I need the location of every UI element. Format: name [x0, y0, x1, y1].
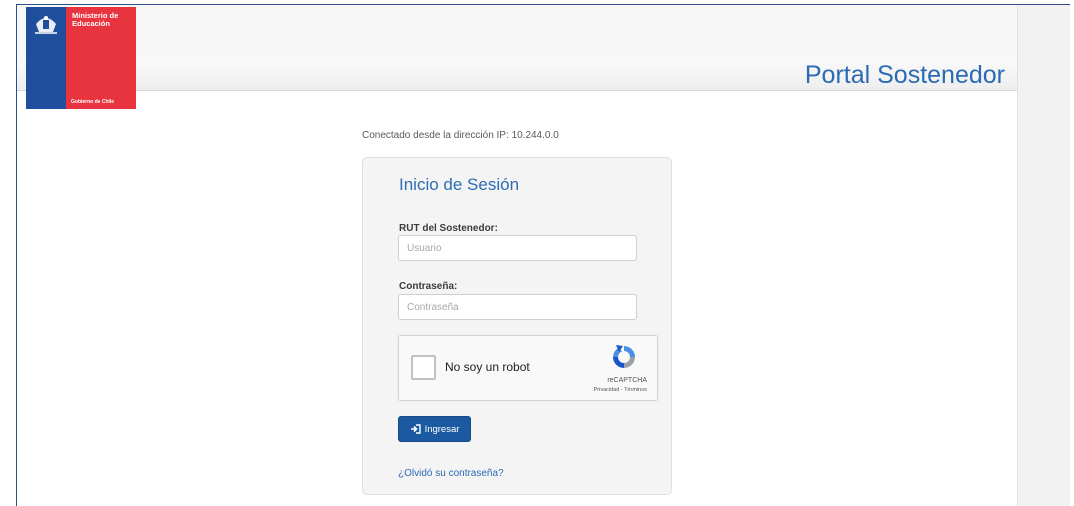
portal-title: Portal Sostenedor: [804, 61, 1005, 89]
right-side-column: [1017, 5, 1070, 506]
captcha-label: No soy un robot: [445, 360, 530, 374]
government-label: Gobierno de Chile: [71, 99, 115, 105]
login-panel: Inicio de Sesión RUT del Sostenedor: Con…: [362, 157, 672, 495]
ministry-line-2: Educación: [72, 19, 110, 28]
recaptcha-links[interactable]: Privacidad - Términos: [594, 387, 647, 393]
recaptcha-widget: No soy un robot reCAPTCHA Privacidad - T…: [398, 335, 658, 401]
password-input[interactable]: [398, 294, 637, 320]
forgot-password-link[interactable]: ¿Olvidó su contraseña?: [398, 468, 504, 479]
rut-label: RUT del Sostenedor:: [399, 223, 498, 234]
recaptcha-brand: reCAPTCHA: [607, 377, 647, 384]
password-label: Contraseña:: [399, 281, 458, 292]
captcha-checkbox[interactable]: [411, 355, 436, 380]
ministry-name: Ministerio de Educación: [72, 12, 118, 28]
rut-input[interactable]: [398, 235, 637, 261]
header-top-band: [17, 5, 1017, 60]
sign-in-icon: [410, 424, 421, 434]
portal-title-bar: Portal Sostenedor: [17, 59, 1017, 91]
ministry-logo: Ministerio de Educación Gobierno de Chil…: [26, 7, 136, 109]
logo-blue-stripe: [26, 7, 66, 109]
coat-of-arms-icon: [35, 16, 57, 34]
login-title: Inicio de Sesión: [399, 175, 520, 194]
login-button-label: Ingresar: [424, 423, 460, 435]
logo-red-block: Ministerio de Educación Gobierno de Chil…: [66, 7, 136, 109]
login-button[interactable]: Ingresar: [398, 416, 471, 442]
ip-notice: Conectado desde la dirección IP: 10.244.…: [362, 130, 559, 141]
recaptcha-icon: [613, 345, 635, 368]
